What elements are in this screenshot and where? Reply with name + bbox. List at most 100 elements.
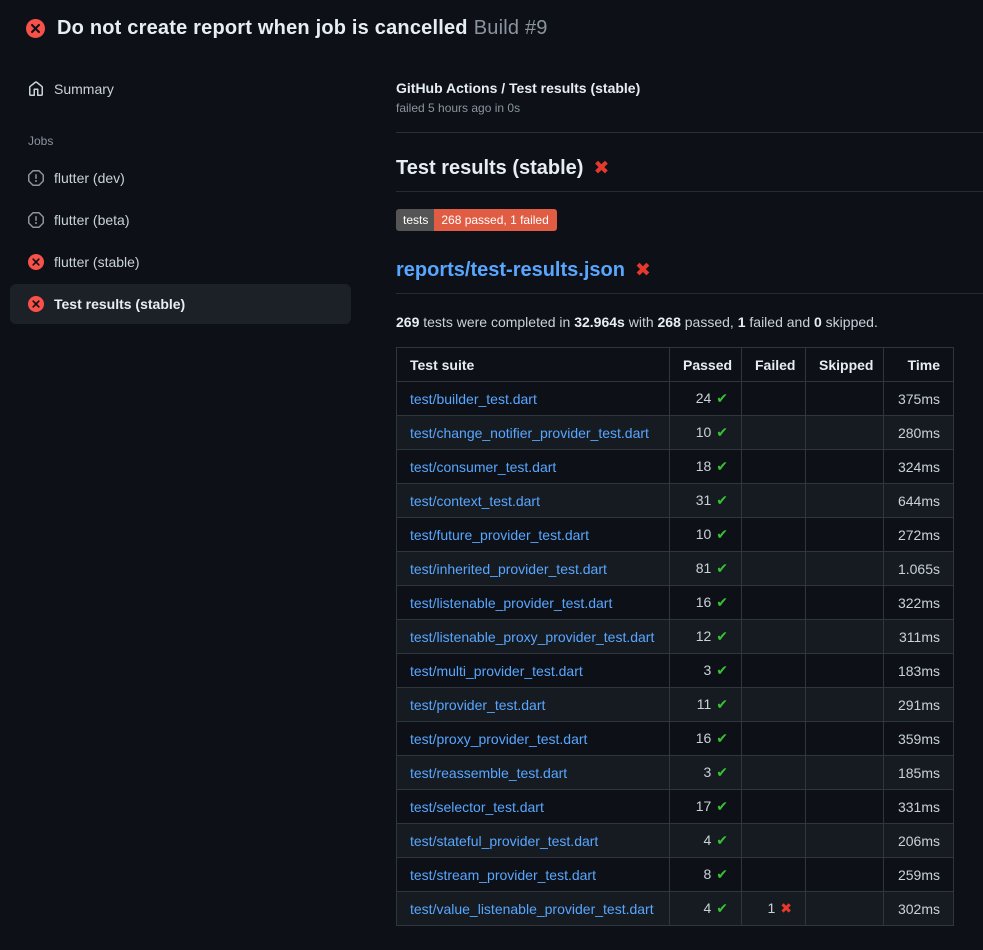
main-content: GitHub Actions / Test results (stable) f…: [380, 52, 983, 926]
x-icon: ✖: [780, 901, 792, 917]
passed-cell: 10✔: [670, 416, 742, 450]
suite-link[interactable]: test/selector_test.dart: [410, 799, 544, 815]
time-cell: 324ms: [884, 450, 954, 484]
failed-cell: [742, 552, 806, 586]
time-cell: 644ms: [884, 484, 954, 518]
failed-cell: [742, 688, 806, 722]
column-header: Test suite: [397, 348, 670, 382]
time-cell: 375ms: [884, 382, 954, 416]
passed-cell: 8✔: [670, 858, 742, 892]
passed-count: 81: [696, 560, 712, 576]
failed-cell: [742, 654, 806, 688]
passed-cell: 17✔: [670, 790, 742, 824]
suite-cell: test/multi_provider_test.dart: [397, 654, 670, 688]
time-cell: 311ms: [884, 620, 954, 654]
suite-link[interactable]: test/change_notifier_provider_test.dart: [410, 425, 649, 441]
sidebar-item-job-1[interactable]: flutter (beta): [10, 200, 351, 240]
layout: Summary Jobs flutter (dev)flutter (beta)…: [0, 52, 983, 926]
suite-link[interactable]: test/listenable_provider_test.dart: [410, 595, 612, 611]
suite-cell: test/stateful_provider_test.dart: [397, 824, 670, 858]
check-header: GitHub Actions / Test results (stable) f…: [396, 80, 983, 115]
skipped-cell: [806, 892, 884, 926]
passed-cell: 16✔: [670, 586, 742, 620]
sidebar-item-job-3[interactable]: Test results (stable): [10, 284, 351, 324]
table-row: test/inherited_provider_test.dart81✔1.06…: [397, 552, 954, 586]
results-table: Test suitePassedFailedSkippedTime test/b…: [396, 347, 954, 926]
check-icon: ✔: [716, 799, 728, 815]
failed-cell: [742, 722, 806, 756]
passed-count: 3: [703, 764, 711, 780]
badge-status: 268 passed, 1 failed: [434, 209, 556, 231]
check-status-text: failed 5 hours ago in 0s: [396, 101, 983, 115]
sidebar-item-summary[interactable]: Summary: [10, 70, 351, 108]
sidebar-item-job-0[interactable]: flutter (dev): [10, 158, 351, 198]
check-icon: ✔: [716, 391, 728, 407]
job-label: Test results (stable): [54, 296, 185, 312]
time-cell: 322ms: [884, 586, 954, 620]
failed-cell: [742, 824, 806, 858]
passed-count: 10: [696, 526, 712, 542]
home-icon: [28, 81, 44, 97]
divider: [396, 132, 983, 133]
column-header: Passed: [670, 348, 742, 382]
report-title-row: reports/test-results.json ✖: [396, 259, 983, 294]
duration: 32.964s: [574, 314, 625, 330]
column-header: Skipped: [806, 348, 884, 382]
time-cell: 291ms: [884, 688, 954, 722]
check-icon: ✔: [716, 425, 728, 441]
suite-link[interactable]: test/proxy_provider_test.dart: [410, 731, 587, 747]
table-header-row: Test suitePassedFailedSkippedTime: [397, 348, 954, 382]
table-row: test/listenable_proxy_provider_test.dart…: [397, 620, 954, 654]
skipped-cell: [806, 416, 884, 450]
check-icon: ✔: [716, 629, 728, 645]
time-cell: 359ms: [884, 722, 954, 756]
check-icon: ✔: [716, 663, 728, 679]
passed-count: 3: [703, 662, 711, 678]
suite-link[interactable]: test/consumer_test.dart: [410, 459, 556, 475]
skipped-cell: [806, 382, 884, 416]
sidebar-item-job-2[interactable]: flutter (stable): [10, 242, 351, 282]
suite-link[interactable]: test/future_provider_test.dart: [410, 527, 589, 543]
report-link[interactable]: reports/test-results.json: [396, 259, 625, 282]
time-cell: 272ms: [884, 518, 954, 552]
suite-link[interactable]: test/listenable_proxy_provider_test.dart: [410, 629, 654, 645]
skipped-cell: [806, 586, 884, 620]
check-icon: ✔: [716, 833, 728, 849]
summary-text: skipped.: [822, 314, 878, 330]
table-row: test/selector_test.dart17✔331ms: [397, 790, 954, 824]
suite-link[interactable]: test/context_test.dart: [410, 493, 540, 509]
table-row: test/context_test.dart31✔644ms: [397, 484, 954, 518]
skipped-cell: [806, 518, 884, 552]
x-circle-fill-icon: [28, 254, 44, 270]
tests-badge: tests 268 passed, 1 failed: [396, 209, 557, 231]
table-row: test/value_listenable_provider_test.dart…: [397, 892, 954, 926]
check-icon: ✔: [716, 493, 728, 509]
failed-cell: [742, 416, 806, 450]
sidebar: Summary Jobs flutter (dev)flutter (beta)…: [0, 52, 380, 326]
check-title: GitHub Actions / Test results (stable): [396, 80, 983, 96]
suite-link[interactable]: test/provider_test.dart: [410, 697, 545, 713]
passed-count: 10: [696, 424, 712, 440]
suite-link[interactable]: test/builder_test.dart: [410, 391, 537, 407]
time-cell: 183ms: [884, 654, 954, 688]
suite-link[interactable]: test/multi_provider_test.dart: [410, 663, 583, 679]
results-table-head: Test suitePassedFailedSkippedTime: [397, 348, 954, 382]
skipped-cell: [806, 790, 884, 824]
cross-mark-icon: ✖: [635, 261, 651, 280]
suite-link[interactable]: test/value_listenable_provider_test.dart: [410, 901, 654, 917]
passed-cell: 81✔: [670, 552, 742, 586]
suite-link[interactable]: test/stream_provider_test.dart: [410, 867, 596, 883]
suite-cell: test/proxy_provider_test.dart: [397, 722, 670, 756]
passed-cell: 24✔: [670, 382, 742, 416]
total-count: 269: [396, 314, 419, 330]
passed-cell: 12✔: [670, 620, 742, 654]
failed-cell: 1✖: [742, 892, 806, 926]
suite-link[interactable]: test/inherited_provider_test.dart: [410, 561, 607, 577]
suite-link[interactable]: test/reassemble_test.dart: [410, 765, 567, 781]
page-header: Do not create report when job is cancell…: [0, 0, 983, 52]
skipped-cell: [806, 824, 884, 858]
skipped-cell: [806, 858, 884, 892]
suite-link[interactable]: test/stateful_provider_test.dart: [410, 833, 598, 849]
check-icon: ✔: [716, 731, 728, 747]
check-icon: ✔: [716, 697, 728, 713]
